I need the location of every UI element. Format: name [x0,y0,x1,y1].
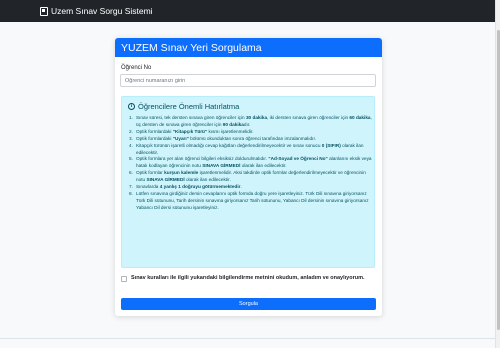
rule-fragment: Sınav süresi, tek dersten sınava giren ö… [136,115,246,120]
rule-fragment: Optik formlardaki [136,135,173,141]
rule-fragment: Lütfen sınavına girdiğiniz dersin cevapl… [136,190,369,210]
rule-emphasis: "Uyarı" [172,135,189,141]
alert-title: i Öğrencilere Önemli Hatırlatma [128,102,239,111]
rule-emphasis: SINAVA GİRMEDİ [146,177,185,183]
rule-number: 6. [129,170,133,176]
rule-item: 2. Optik formlardaki "Kitapçık Türü" kısm… [129,129,373,136]
rule-fragment: , iki dersten sınava giren öğrenciler iç… [267,115,350,120]
rule-emphasis: "Ad-Soyad ve Öğrenci No" [268,156,328,162]
rule-item: 4. Kitapçık türünün işaretli olmadığı cev… [129,143,373,157]
rule-number: 1. [129,115,133,120]
rule-fragment: Kitapçık türünün işaretli olmadığı cevap… [136,142,322,148]
top-navbar: Uzem Sınav Sorgu Sistemi [0,0,500,22]
rule-text: Sınav süresi, tek dersten sınava giren ö… [136,115,373,129]
rule-number: 3. [129,135,133,141]
rule-text: Optik formlardaki "Kitapçık Türü" kısmı … [136,129,373,136]
alert-title-text: Öğrencilere Önemli Hatırlatma [138,102,240,111]
submit-button[interactable]: Sorgula [121,298,376,310]
rule-emphasis: 30 dakika [245,115,268,120]
page-scrollbar[interactable] [495,0,500,348]
rule-text: Optik formlar kurşun kalemle işaretlenme… [136,170,373,184]
rule-emphasis: 0 (SIFIR) [321,142,341,148]
student-number-label: Öğrenci No [121,65,152,71]
rule-fragment: Optik formlar [136,170,165,176]
rule-item: 5. Optik formlara yer alan öğrenci bilgil… [129,156,373,170]
rule-text: Kitapçık türünün işaretli olmadığı cevap… [136,143,373,157]
rule-fragment: olarak ilan edilecektir. [184,177,231,183]
agree-checkbox[interactable] [121,276,127,282]
rule-text: Optik formlardaki "Uyarı" bölümü okunduk… [136,136,373,143]
card-title: YUZEM Sınav Yeri Sorgulama [115,38,382,57]
rule-number: 7. [129,184,133,190]
rule-item: 6. Optik formlar kurşun kalemle işaretlen… [129,170,373,184]
rule-text: Sınavlarda 4 yanlış 1 doğruyu götürmemek… [136,184,373,191]
rule-emphasis: kurşun kalemle [164,170,199,176]
rule-fragment: Optik formlara yer alan öğrenci bilgiler… [136,156,269,162]
rule-text: Lütfen sınavına girdiğiniz dersin cevapl… [136,191,373,212]
student-number-input[interactable] [120,74,376,87]
rule-emphasis: "Kitapçık Türü" [172,128,208,134]
rule-emphasis: SINAVA GİRMEDİ [202,163,241,169]
rule-item: 1. Sınav süresi, tek dersten sınava giren… [129,115,373,129]
rule-fragment: kısmı işaretlenmelidir. [207,128,254,134]
agree-row: Sınav kuralları ile ilgili yukarıdaki bi… [121,275,377,283]
navbar-brand[interactable]: Uzem Sınav Sorgu Sistemi [51,6,153,16]
rule-fragment: olarak ilan edilecektir. [240,163,287,169]
rule-number: 2. [129,128,133,134]
rule-item: 3. Optik formlardaki "Uyarı" bölümü okund… [129,136,373,143]
rule-text: Optik formlara yer alan öğrenci bilgiler… [136,156,373,170]
rule-number: 8. [129,190,133,196]
rule-fragment: . [240,184,242,190]
rules-list: 1. Sınav süresi, tek dersten sınava giren… [129,115,373,212]
rule-fragment: Sınavlarda [136,184,160,190]
rule-fragment: Optik formlardaki [136,128,173,134]
document-icon [40,6,48,16]
info-icon: i [128,103,135,110]
rule-item: 8. Lütfen sınavına girdiğiniz dersin ceva… [129,191,373,212]
footer-divider [0,338,495,339]
rule-emphasis: 4 yanlış 1 doğruyu götürmemektedir [159,184,241,190]
rule-number: 5. [129,156,133,162]
agree-label[interactable]: Sınav kuralları ile ilgili yukarıdaki bi… [131,275,365,283]
rule-number: 4. [129,142,133,148]
rule-emphasis: 60 dakika [349,115,371,120]
rule-item: 7. Sınavlarda 4 yanlış 1 doğruyu götürmem… [129,184,373,191]
rule-fragment: bölümü okunduktan sonra öğrenci tarafınd… [188,135,317,141]
reminder-alert: i Öğrencilere Önemli Hatırlatma 1. Sınav … [121,96,375,268]
rule-fragment: dır. [243,121,251,127]
query-card: YUZEM Sınav Yeri Sorgulama Öğrenci No i … [115,38,382,316]
rule-emphasis: 90 dakika [222,121,244,127]
